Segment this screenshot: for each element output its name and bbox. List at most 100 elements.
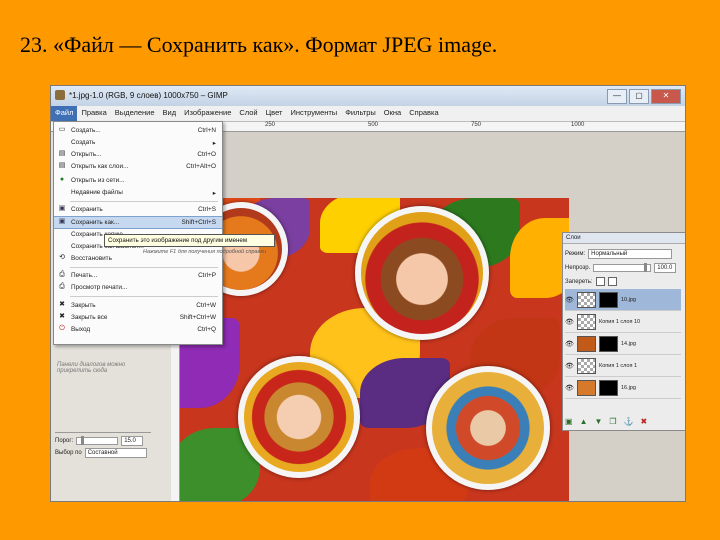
menu-item-new[interactable]: ▭ Создать... Ctrl+N [54, 125, 222, 136]
ruler-tick: 750 [471, 122, 482, 128]
menu-file[interactable]: Файл [51, 106, 78, 121]
menu-item-close[interactable]: ✖ Закрыть Ctrl+W [54, 300, 222, 311]
open-icon: ▤ [58, 150, 66, 157]
eye-icon[interactable]: 👁 [565, 318, 574, 326]
photo-circle-4 [426, 366, 550, 490]
opacity-label: Непрозр. [565, 265, 591, 271]
ruler-tick: 250 [265, 122, 276, 128]
ruler-tick: 500 [368, 122, 379, 128]
divider [55, 432, 151, 433]
window-controls: — ▢ ✕ [607, 89, 681, 104]
leaf [510, 218, 569, 298]
anchor-layer-button[interactable]: ⚓ [624, 417, 634, 426]
layer-thumbnail [577, 357, 596, 374]
maximize-button[interactable]: ▢ [629, 89, 649, 104]
duplicate-layer-button[interactable]: ❐ [609, 417, 616, 426]
close-icon: ✖ [59, 301, 65, 308]
lock-pixels-checkbox[interactable] [595, 277, 605, 286]
layer-thumbnail [577, 291, 596, 308]
layer-thumbnail [577, 335, 596, 352]
layer-mask-thumbnail [599, 291, 618, 308]
select-by-combo[interactable]: Составной [84, 448, 147, 458]
menu-item-print-preview[interactable]: ⎙ Просмотр печати... [54, 282, 222, 293]
menu-item-print[interactable]: ⎙ Печать... Ctrl+P [54, 270, 222, 281]
menu-separator [70, 296, 218, 297]
layer-mask-thumbnail [599, 379, 618, 396]
threshold-slider[interactable] [76, 436, 119, 445]
slide-title: 23. «Файл — Сохранить как». Формат JPEG … [20, 32, 498, 57]
open-layers-icon: ▤ [58, 162, 66, 169]
lock-alpha-checkbox[interactable] [607, 277, 617, 286]
layer-list: 👁 10.jpg 👁 Копия 1 слоя 10 👁 14.jpg 👁 Ко… [565, 289, 681, 399]
menu-item-recent[interactable]: Недавние файлы ▸ [54, 187, 222, 198]
layer-row[interactable]: 👁 Копия 1 слоя 10 [565, 311, 681, 333]
layers-panel: Слои Режим: Нормальный Непрозр. 100.0 За… [562, 232, 685, 431]
layer-row[interactable]: 👁 14.jpg [565, 333, 681, 355]
close-all-icon: ✖ [59, 313, 65, 320]
gimp-app-icon [55, 90, 65, 100]
lower-layer-button[interactable]: ▼ [594, 417, 602, 426]
save-as-tooltip: Сохранить это изображение под другим име… [104, 234, 275, 247]
file-menu: ▭ Создать... Ctrl+N Создать ▸ ▤ Открыть.… [53, 121, 223, 345]
menu-item-save-as[interactable]: ▣ Сохранить как... Shift+Ctrl+S [54, 216, 222, 229]
minimize-button[interactable]: — [607, 89, 627, 104]
layers-buttons: ▣ ▲ ▼ ❐ ⚓ ✖ [565, 417, 647, 426]
threshold-row: Порог: 15.0 [55, 436, 144, 446]
layers-panel-title: Слои [563, 233, 685, 244]
layer-row[interactable]: 👁 10.jpg [565, 289, 681, 311]
layer-row[interactable]: 👁 Копия 1 слоя 1 [565, 355, 681, 377]
menu-help[interactable]: Справка [405, 106, 442, 121]
menu-layer[interactable]: Слой [235, 106, 261, 121]
menu-tools[interactable]: Инструменты [286, 106, 341, 121]
print-preview-icon: ⎙ [59, 283, 65, 290]
layer-thumbnail [577, 379, 596, 396]
layer-name: 14.jpg [621, 340, 636, 347]
menu-item-open-location[interactable]: ● Открыть из сети... [54, 175, 222, 186]
layer-row[interactable]: 👁 16.jpg [565, 377, 681, 399]
print-icon: ⎙ [59, 271, 65, 278]
threshold-label: Порог: [55, 438, 74, 444]
menu-colors[interactable]: Цвет [262, 106, 287, 121]
eye-icon[interactable]: 👁 [565, 340, 574, 348]
raise-layer-button[interactable]: ▲ [580, 417, 588, 426]
delete-layer-button[interactable]: ✖ [641, 417, 648, 426]
menu-select[interactable]: Выделение [111, 106, 159, 121]
menu-item-close-all[interactable]: ✖ Закрыть все Shift+Ctrl+W [54, 312, 222, 323]
mode-combo[interactable]: Нормальный [588, 249, 673, 259]
eye-icon[interactable]: 👁 [565, 296, 574, 304]
layer-name: Копия 1 слоя 1 [599, 362, 638, 369]
menu-item-quit[interactable]: ⏻ Выход Ctrl+Q [54, 324, 222, 335]
menu-edit[interactable]: Правка [77, 106, 110, 121]
gimp-screenshot: *1.jpg-1.0 (RGB, 9 слоев) 1000x750 – GIM… [50, 85, 686, 502]
globe-icon: ● [59, 176, 65, 183]
layer-name: Копия 1 слоя 10 [599, 318, 641, 325]
menu-item-create-submenu[interactable]: Создать ▸ [54, 137, 222, 148]
select-by-row: Выбор по Составной [55, 448, 147, 458]
window-title: *1.jpg-1.0 (RGB, 9 слоев) 1000x750 – GIM… [69, 91, 228, 100]
menu-item-open-as-layers[interactable]: ▤ Открыть как слои... Ctrl+Alt+O [54, 161, 222, 172]
menu-item-save[interactable]: ▣ Сохранить Ctrl+S [54, 204, 222, 215]
close-window-button[interactable]: ✕ [651, 89, 681, 104]
menu-image[interactable]: Изображение [180, 106, 235, 121]
threshold-value[interactable]: 15.0 [121, 436, 144, 446]
eye-icon[interactable]: 👁 [565, 362, 574, 370]
photo-circle-2 [355, 206, 489, 340]
save-as-icon: ▣ [58, 218, 66, 225]
tooltip-help-hint: Нажмите F1 для получения подробной справ… [143, 249, 267, 255]
new-icon: ▭ [58, 126, 66, 133]
menu-windows[interactable]: Окна [380, 106, 405, 121]
eye-icon[interactable]: 👁 [565, 384, 574, 392]
menu-filters[interactable]: Фильтры [341, 106, 380, 121]
menu-view[interactable]: Вид [159, 106, 181, 121]
opacity-value[interactable]: 100.0 [654, 263, 677, 273]
window-titlebar: *1.jpg-1.0 (RGB, 9 слоев) 1000x750 – GIM… [51, 86, 685, 106]
submenu-arrow-icon: ▸ [212, 190, 216, 197]
lock-label: Запереть: [565, 278, 593, 285]
photo-circle-3 [238, 356, 360, 478]
menu-item-open[interactable]: ▤ Открыть... Ctrl+O [54, 149, 222, 160]
opacity-slider[interactable] [593, 263, 652, 272]
ruler-tick: 1000 [571, 122, 585, 128]
new-layer-button[interactable]: ▣ [565, 417, 573, 426]
menu-separator [70, 201, 218, 202]
revert-icon: ⟲ [59, 254, 65, 261]
